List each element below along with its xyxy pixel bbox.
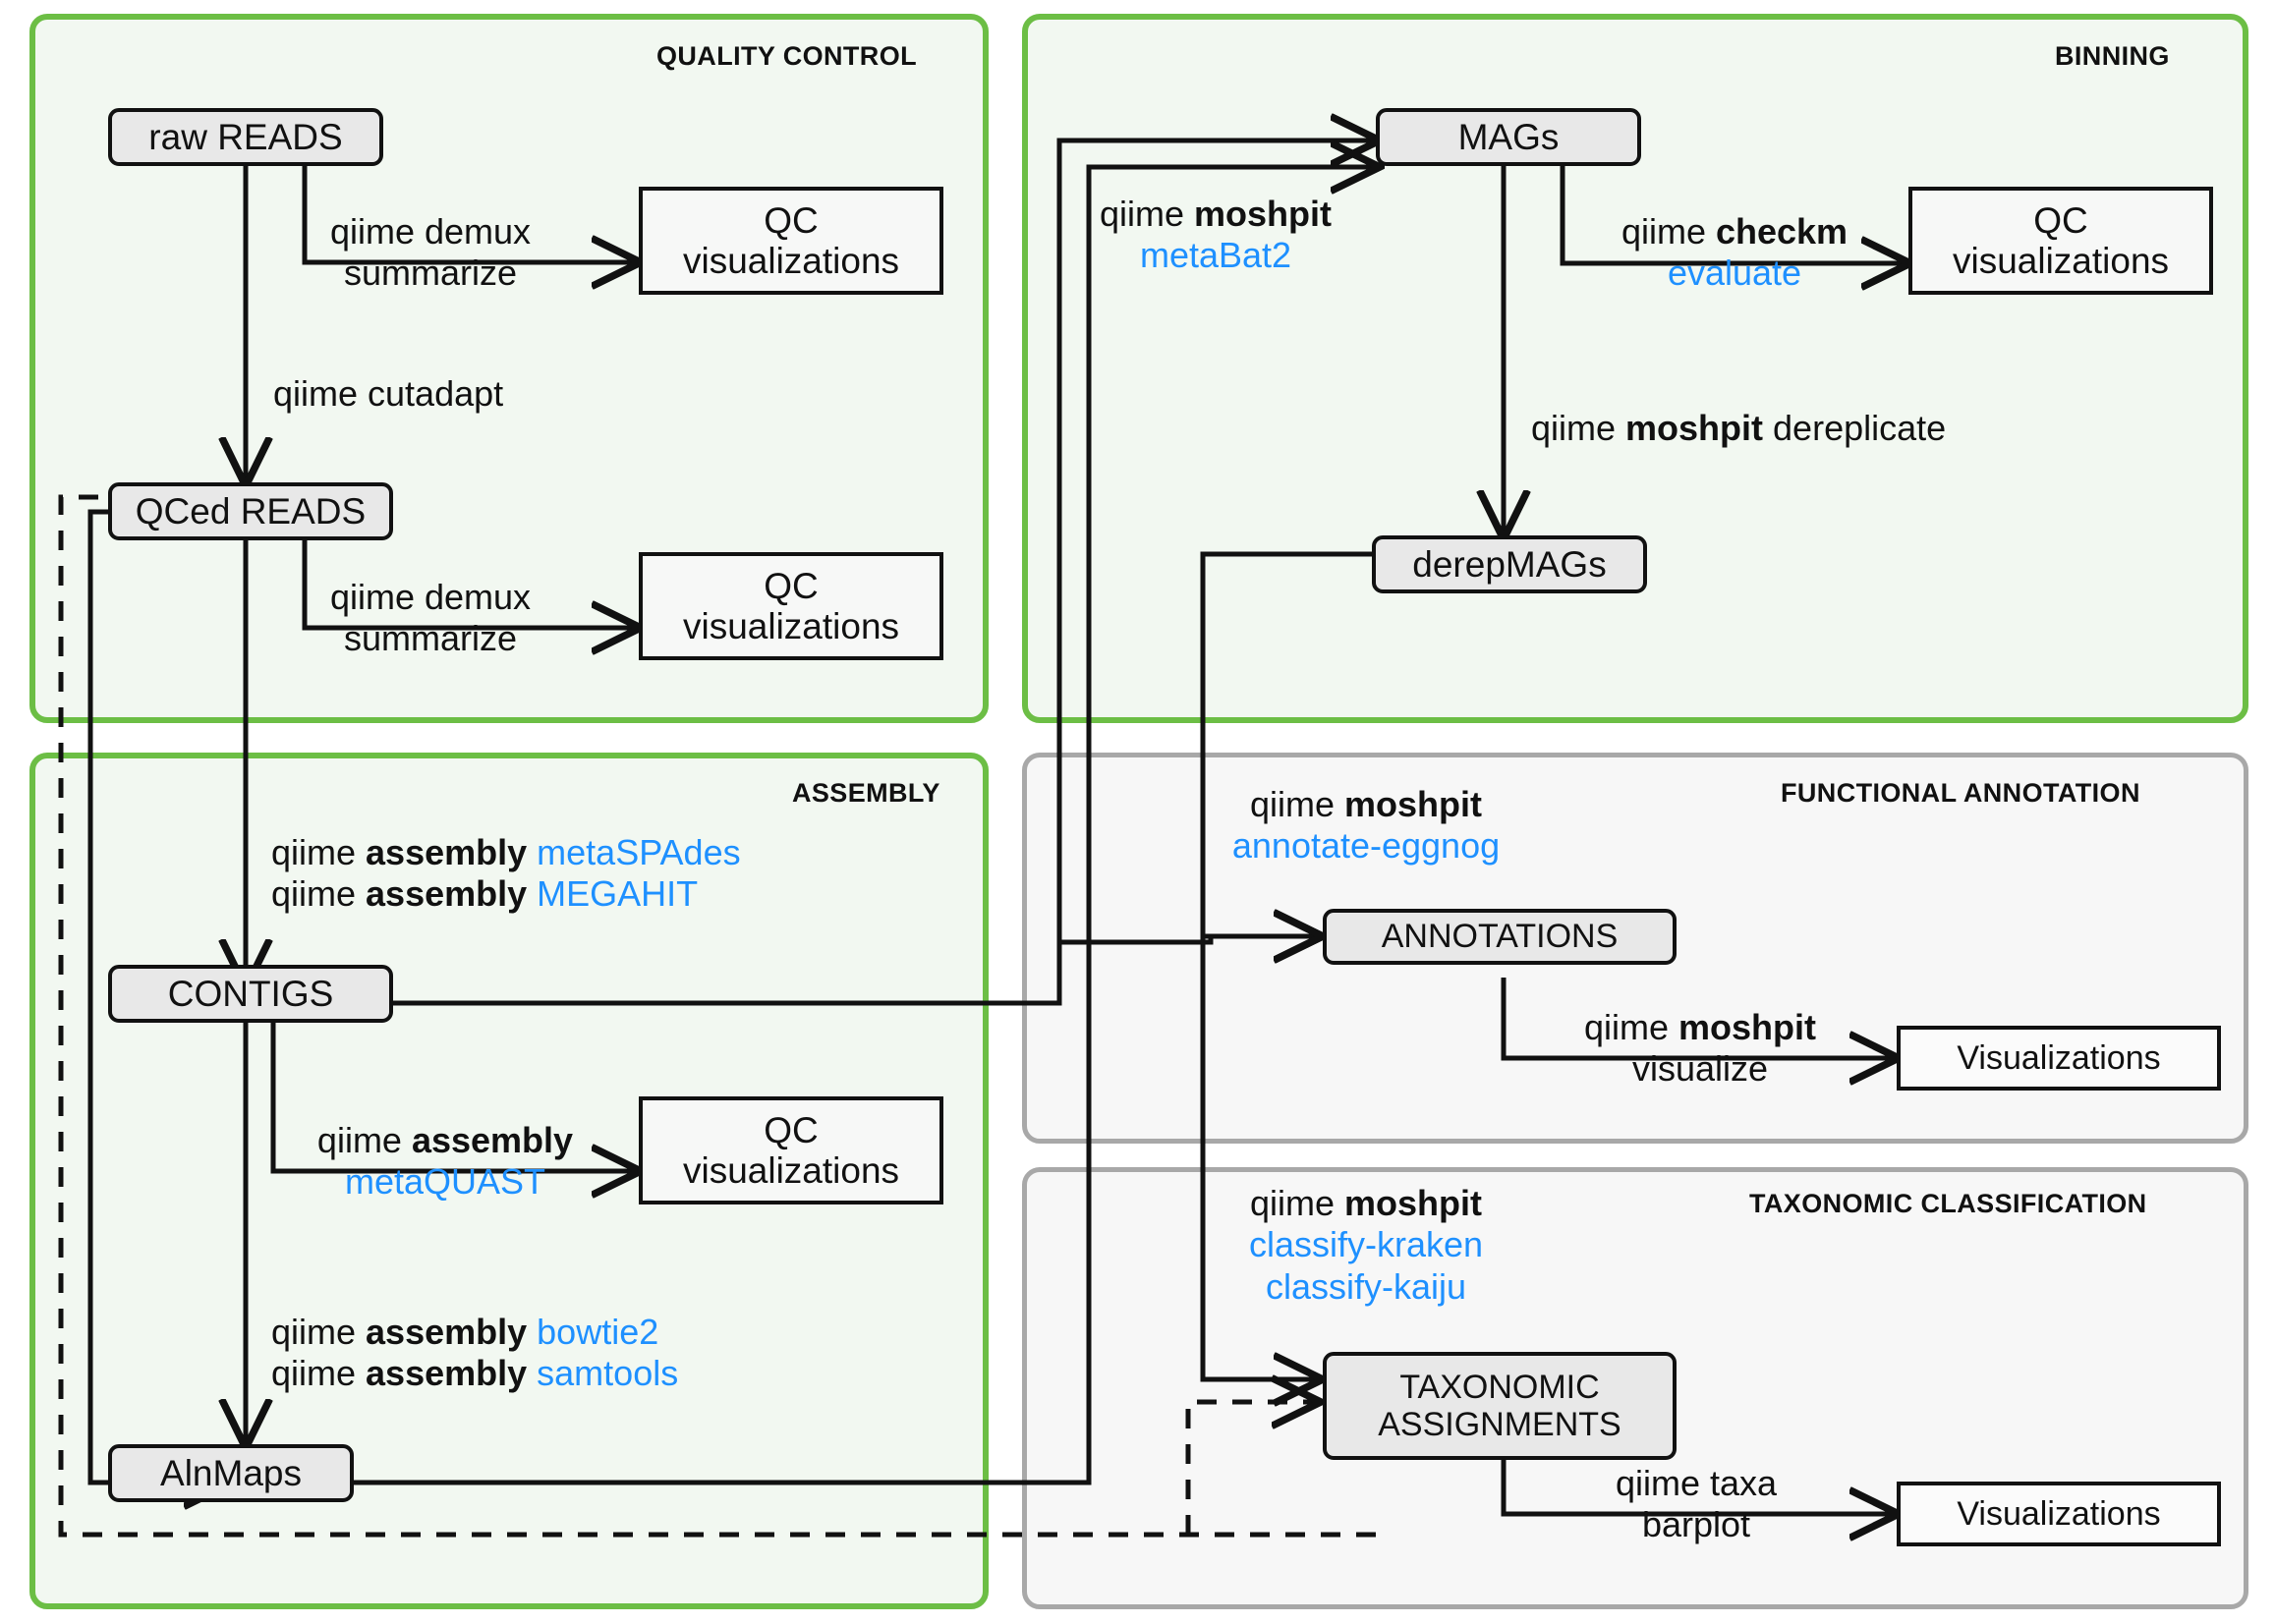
metabat2-line1: qiime moshpit — [1100, 194, 1332, 235]
label-demux-summarize-raw: qiime demux summarize — [330, 211, 531, 295]
label-dereplicate: qiime moshpit dereplicate — [1531, 408, 1946, 449]
taxonomic-assignments-line1: TAXONOMIC — [1399, 1368, 1600, 1406]
bowtie2-plain: qiime — [271, 1312, 367, 1352]
eggnog-bold: moshpit — [1344, 784, 1483, 824]
megahit-row: qiime assembly MEGAHIT — [271, 873, 741, 915]
label-assembly-metaspades: qiime assembly metaSPAdes qiime assembly… — [271, 832, 741, 916]
dereplicate-bold: moshpit — [1625, 408, 1764, 448]
bowtie2-bold: assembly — [366, 1312, 528, 1352]
metaspades-blue: metaSPAdes — [537, 832, 741, 872]
node-taxonomic-assignments[interactable]: TAXONOMIC ASSIGNMENTS — [1323, 1352, 1677, 1460]
node-visualizations-taxa[interactable]: Visualizations — [1897, 1482, 2221, 1546]
checkm-plain: qiime — [1621, 211, 1716, 252]
megahit-bold: assembly — [366, 873, 528, 915]
taxa-barplot-line2: barplot — [1641, 1504, 1751, 1545]
node-annotations[interactable]: ANNOTATIONS — [1323, 909, 1677, 965]
checkm-bold: checkm — [1715, 211, 1848, 252]
bowtie2-blue: bowtie2 — [537, 1312, 659, 1352]
samtools-blue: samtools — [537, 1353, 679, 1394]
classify-kaiju: classify-kaiju — [1265, 1265, 1467, 1307]
visualize-line2: visualize — [1631, 1048, 1769, 1090]
eggnog-blue: annotate-eggnog — [1231, 825, 1501, 867]
visualize-plain: qiime — [1583, 1007, 1679, 1047]
metaspades-plain: qiime — [271, 832, 367, 872]
node-alnmaps[interactable]: AlnMaps — [108, 1444, 354, 1502]
visualize-bold: moshpit — [1678, 1007, 1817, 1047]
node-derep-mags[interactable]: derepMAGs — [1372, 535, 1647, 593]
checkm-blue: evaluate — [1667, 252, 1802, 294]
metabat2-bold: moshpit — [1194, 194, 1333, 234]
metaquast-blue: metaQUAST — [344, 1161, 546, 1203]
samtools-bold: assembly — [366, 1353, 528, 1394]
classify-line1: qiime moshpit — [1249, 1183, 1483, 1224]
qc-viz-raw-line1: QC — [764, 199, 819, 241]
label-annotate-eggnog: qiime moshpit annotate-eggnog — [1232, 784, 1500, 868]
eggnog-line1: qiime moshpit — [1232, 784, 1500, 825]
qc-viz-checkm-line1: QC — [2033, 199, 2088, 241]
classify-plain: qiime — [1249, 1183, 1345, 1223]
bowtie2-row: qiime assembly bowtie2 — [271, 1312, 678, 1353]
node-mags[interactable]: MAGs — [1376, 108, 1641, 166]
label-visualize: qiime moshpit visualize — [1584, 1007, 1816, 1091]
metaquast-bold: assembly — [411, 1120, 574, 1160]
label-metabat2: qiime moshpit metaBat2 — [1100, 194, 1332, 277]
node-qc-visualizations-quast[interactable]: QC visualizations — [639, 1096, 943, 1204]
qc-viz-qced-line1: QC — [764, 565, 819, 606]
metabat2-plain: qiime — [1099, 194, 1195, 234]
dereplicate-plain1: qiime — [1531, 408, 1626, 448]
dereplicate-plain2: dereplicate — [1763, 408, 1947, 448]
node-raw-reads[interactable]: raw READS — [108, 108, 383, 166]
workflow-diagram: QUALITY CONTROL BINNING ASSEMBLY FUNCTIO… — [0, 0, 2275, 1624]
metaspades-row: qiime assembly metaSPAdes — [271, 832, 741, 873]
demux-raw-line2: summarize — [343, 252, 518, 294]
megahit-plain: qiime — [271, 873, 367, 915]
metaquast-plain: qiime — [316, 1120, 412, 1160]
node-contigs[interactable]: CONTIGS — [108, 965, 393, 1023]
classify-kraken: classify-kraken — [1248, 1224, 1484, 1265]
node-qced-reads[interactable]: QCed READS — [108, 482, 393, 540]
samtools-plain: qiime — [271, 1353, 367, 1394]
qc-viz-checkm-line2: visualizations — [1952, 241, 2170, 281]
label-cutadapt: qiime cutadapt — [273, 373, 503, 415]
megahit-blue: MEGAHIT — [537, 873, 699, 915]
node-qc-visualizations-checkm[interactable]: QC visualizations — [1908, 187, 2213, 295]
demux-qced-line2: summarize — [343, 618, 518, 659]
label-checkm-evaluate: qiime checkm evaluate — [1621, 211, 1848, 295]
metaspades-bold: assembly — [366, 832, 528, 872]
label-demux-summarize-qced: qiime demux summarize — [330, 577, 531, 660]
taxa-barplot-line1: qiime taxa — [1615, 1463, 1778, 1503]
node-qc-visualizations-qced[interactable]: QC visualizations — [639, 552, 943, 660]
classify-bold: moshpit — [1344, 1183, 1483, 1223]
demux-raw-line1: qiime demux — [329, 211, 532, 252]
demux-qced-line1: qiime demux — [329, 577, 532, 617]
checkm-line1: qiime checkm — [1621, 211, 1848, 252]
label-bowtie2-samtools: qiime assembly bowtie2 qiime assembly sa… — [271, 1312, 678, 1395]
qc-viz-quast-line1: QC — [764, 1109, 819, 1150]
label-taxa-barplot: qiime taxa barplot — [1616, 1463, 1777, 1546]
qc-viz-quast-line2: visualizations — [682, 1150, 900, 1191]
label-metaquast: qiime assembly metaQUAST — [317, 1120, 573, 1204]
metabat2-blue: metaBat2 — [1139, 235, 1292, 276]
node-visualizations-annotation[interactable]: Visualizations — [1897, 1026, 2221, 1091]
qc-viz-qced-line2: visualizations — [682, 606, 900, 646]
visualize-line1: qiime moshpit — [1584, 1007, 1816, 1048]
label-classify: qiime moshpit classify-kraken classify-k… — [1249, 1183, 1483, 1308]
eggnog-plain: qiime — [1249, 784, 1345, 824]
metaquast-line1: qiime assembly — [317, 1120, 573, 1161]
samtools-row: qiime assembly samtools — [271, 1353, 678, 1394]
qc-viz-raw-line2: visualizations — [682, 241, 900, 281]
cutadapt-text: qiime cutadapt — [273, 373, 504, 414]
taxonomic-assignments-line2: ASSIGNMENTS — [1378, 1406, 1621, 1443]
node-qc-visualizations-raw[interactable]: QC visualizations — [639, 187, 943, 295]
